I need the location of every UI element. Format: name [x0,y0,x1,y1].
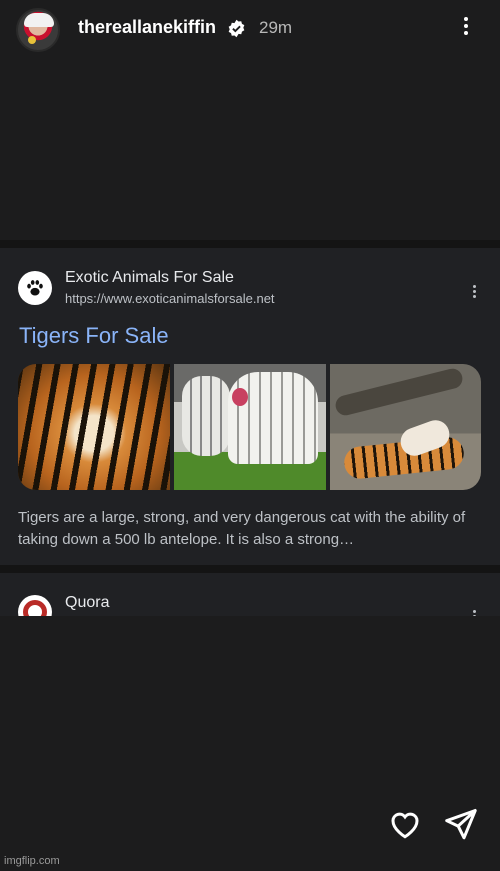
story-header: thereallanekiffin 29m [0,0,500,58]
result-site-url[interactable]: https://www.exoticanimalsforsale.net [65,291,275,306]
white-tiger-cubs-image[interactable] [174,364,326,490]
result-snippet: Tigers are a large, strong, and very dan… [18,509,466,548]
result-image-strip[interactable] [18,364,481,490]
avatar-cap [24,13,54,27]
result-more-icon[interactable] [470,283,478,301]
next-result-site-name[interactable]: Quora [65,594,109,612]
next-result-card[interactable]: Quora [0,573,500,623]
more-vertical-icon[interactable] [456,14,476,42]
paw-print-glyph [27,280,43,296]
avatar-logo [28,36,36,44]
heart-icon[interactable] [387,806,423,842]
result-title-link[interactable]: Tigers For Sale [19,323,169,349]
username[interactable]: thereallanekiffin [78,17,216,38]
fallen-log [333,366,465,418]
user-avatar[interactable] [16,8,60,52]
tiger-face-image[interactable] [18,364,170,490]
post-timestamp: 29m [259,18,293,37]
white-cub-left [182,376,230,456]
tiger-lying-on-back-image[interactable] [330,364,481,490]
watermark: imgflip.com [4,855,60,867]
white-cub-right [228,372,318,464]
divider [0,240,500,248]
send-icon[interactable] [443,806,479,842]
verified-badge-icon [228,19,245,38]
story-background [0,616,500,871]
result-site-name[interactable]: Exotic Animals For Sale [65,269,234,287]
paw-print-icon [18,271,52,305]
divider [0,565,500,573]
cub-open-mouth [232,388,248,406]
